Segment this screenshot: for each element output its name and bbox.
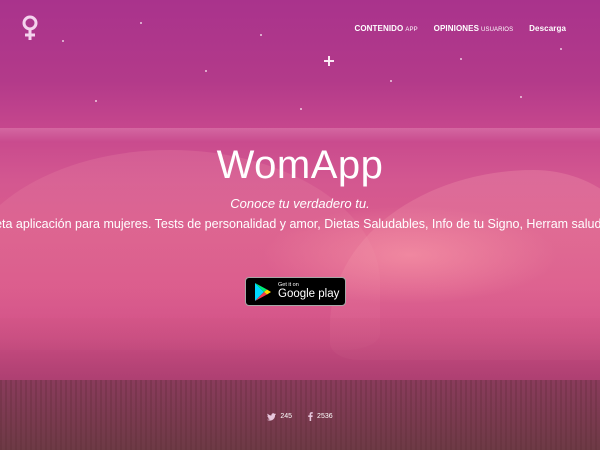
star [260,34,262,36]
social-counts: 245 2536 [0,412,600,421]
landing-page: CONTENIDO APP OPINIONES USUARIOS Descarg… [0,0,600,450]
twitter-count: 245 [280,413,293,420]
hero-description-wrap: eta aplicación para mujeres. Tests de pe… [0,215,600,255]
nav-item-label: OPINIONES [433,24,480,33]
female-symbol-icon[interactable] [20,14,40,42]
star [520,96,522,98]
nav-item-label: CONTENIDO [354,24,404,33]
twitter-icon [267,412,277,421]
nav-item-descarga[interactable]: Descarga [529,24,566,33]
google-play-texts: Get it on Google play [278,282,340,301]
star [95,100,97,102]
nav-item-opiniones[interactable]: OPINIONES USUARIOS [434,24,514,33]
star [62,40,64,42]
nav-item-label: Descarga [529,24,566,33]
horizon-glow [0,128,600,142]
facebook-icon [308,412,313,421]
hero-title: WomApp [216,143,384,187]
star [460,58,462,60]
top-nav: CONTENIDO APP OPINIONES USUARIOS Descarg… [354,24,566,33]
nav-item-contenido[interactable]: CONTENIDO APP [354,24,417,33]
facebook-link[interactable]: 2536 [308,412,333,421]
sparkle-star [324,56,334,66]
google-play-large-text: Google play [278,288,340,300]
star [205,70,207,72]
star [300,108,302,110]
book-base [0,318,600,382]
nav-item-sublabel: APP [405,27,418,33]
nav-item-sublabel: USUARIOS [481,27,514,33]
hero-description: eta aplicación para mujeres. Tests de pe… [0,217,600,231]
google-play-button[interactable]: Get it on Google play [245,277,346,306]
hero-tagline: Conoce tu verdadero tu. [230,196,370,211]
facebook-count: 2536 [317,413,333,420]
google-play-icon [255,282,271,301]
star [560,48,562,50]
star [140,22,142,24]
star [390,80,392,82]
twitter-link[interactable]: 245 [267,412,292,421]
